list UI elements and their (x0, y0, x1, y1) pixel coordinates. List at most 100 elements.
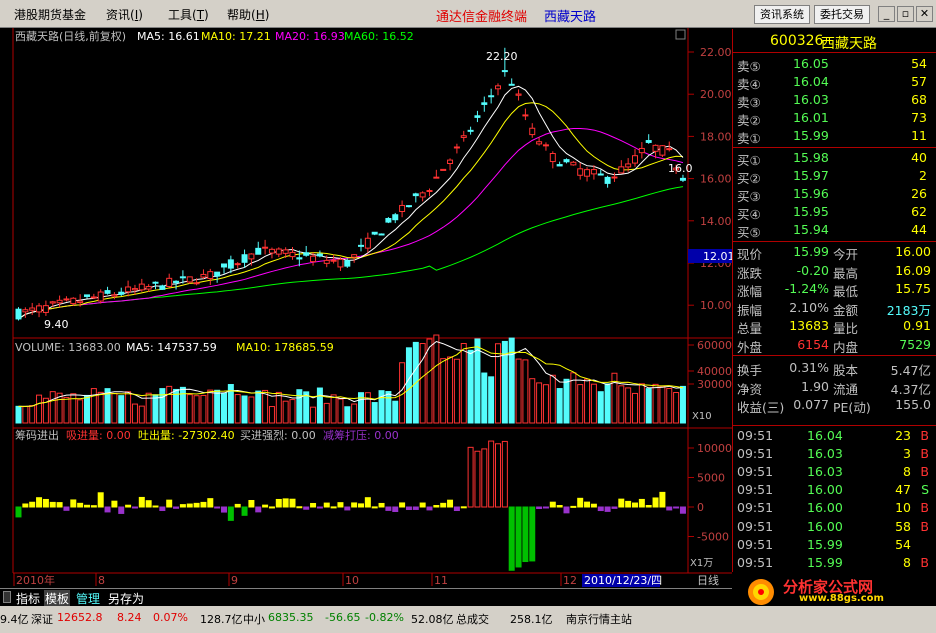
stat2-row: 换手 0.31% 股本 5.47亿 (733, 359, 936, 378)
stat2-label-2: PE(动) (833, 400, 871, 415)
menu-hk-futures-funds[interactable]: 港股期货基金 (14, 6, 86, 23)
tab-indicator[interactable]: 指标 (16, 590, 40, 607)
volume-bar (262, 389, 269, 424)
tick-direction: B (920, 464, 929, 480)
candle-body (179, 276, 186, 279)
candle-body (173, 280, 180, 284)
stat2-label-2: 流通 (833, 381, 859, 397)
restore-icon[interactable]: ▫ (897, 6, 914, 22)
volume-bar (515, 358, 522, 424)
tick-price: 16.00 (807, 500, 843, 516)
chip-bar (666, 506, 673, 511)
tick-price: 16.03 (807, 464, 843, 480)
chip-bar (460, 506, 467, 509)
candle-body (90, 296, 97, 299)
candle-body (70, 297, 77, 305)
minimize-icon[interactable]: _ (878, 6, 895, 22)
zx-value: 6835.35 (268, 611, 314, 624)
volume-bar (118, 395, 125, 424)
candle-body (453, 146, 460, 149)
candle-body (597, 173, 604, 176)
chip-bar (303, 506, 310, 510)
volume-bar (364, 392, 371, 424)
candle-body (125, 286, 132, 293)
candle-body (200, 273, 207, 278)
stat2-label-1: 净资 (737, 381, 763, 397)
candle-body (679, 177, 686, 181)
stat-label-1: 振幅 (737, 302, 763, 318)
stat-label-2: 内盘 (833, 339, 859, 355)
quote-header: 600326 西藏天路 (733, 29, 936, 53)
stat-value-2: 7529 (899, 336, 931, 352)
volume-bar (248, 396, 255, 424)
menu-tools[interactable]: 工具(T) (168, 6, 209, 23)
tick-volume: 8 (903, 554, 911, 570)
candle-body (166, 277, 173, 288)
chip-bar (49, 501, 56, 508)
tick-price: 15.99 (807, 554, 843, 570)
candle-body (392, 214, 399, 221)
candle-body (638, 147, 645, 154)
sz-value: 12652.8 (57, 611, 103, 624)
chip-bar (255, 506, 262, 513)
tab-manage[interactable]: 管理 (76, 590, 100, 607)
chip-bar (77, 502, 84, 508)
tick-divider (733, 425, 936, 426)
tick-price: 16.03 (807, 446, 843, 462)
chip-bar (474, 450, 481, 508)
vol-tick-label: 30000 (697, 378, 732, 391)
tick-price: 15.99 (807, 536, 843, 552)
volume-title: VOLUME: 13683.00 (15, 341, 121, 354)
info-system-button[interactable]: 资讯系统 (754, 5, 810, 24)
tick-direction: B (920, 518, 929, 534)
chip-bar (118, 506, 125, 514)
volume-bar (268, 406, 275, 424)
stat-value-2: 16.09 (895, 262, 931, 278)
close-icon[interactable]: ✕ (916, 6, 933, 22)
tick-row: 09:51 15.99 8 B (733, 554, 936, 572)
sell-volume: 57 (911, 74, 927, 89)
chip-bar (70, 499, 77, 508)
kline-chart-area[interactable]: 西藏天路(日线,前复权) MA5: 16.61 MA10: 17.21 MA20… (0, 28, 732, 588)
tab-template[interactable]: 模板 (44, 590, 71, 607)
candle-body (303, 252, 310, 256)
volume-bar (659, 385, 666, 424)
chip-bar (337, 502, 344, 508)
chip-bar (296, 506, 303, 509)
volume-bar (275, 391, 282, 424)
tab-scroll-icon[interactable] (3, 591, 11, 603)
server-site[interactable]: 南京行情主站 (566, 611, 632, 627)
menu-info[interactable]: 资讯(I) (106, 6, 143, 23)
time-label: 11 (434, 574, 448, 587)
candle-body (412, 193, 419, 197)
chip-bar (392, 506, 399, 512)
tab-save-as[interactable]: 另存为 (108, 590, 144, 607)
volume-bar (84, 394, 90, 424)
volume-bar (289, 399, 296, 424)
sell-volume: 73 (911, 110, 927, 125)
volume-bar (214, 389, 221, 424)
chip-bar (412, 506, 419, 510)
trade-button[interactable]: 委托交易 (814, 5, 870, 24)
stat-label-2: 今开 (833, 247, 859, 262)
volume-bar (584, 378, 591, 424)
chip-bar (501, 440, 508, 508)
period-label[interactable]: 日线 (697, 573, 719, 587)
stat2-value-1: 0.077 (793, 397, 829, 412)
price-tick-label: 16.00 (700, 173, 732, 186)
menu-help[interactable]: 帮助(H) (227, 6, 269, 23)
candle-body (556, 164, 563, 167)
cursor-date: 2010/12/23/四 (584, 574, 662, 587)
watermark: 分析家公式网 www.88gs.com (741, 577, 931, 607)
chip-bar (275, 498, 282, 508)
stats2-divider (733, 355, 936, 356)
candle-body (495, 85, 501, 90)
watermark-url: www.88gs.com (799, 593, 884, 604)
chip-bar (378, 502, 385, 508)
chip-bar (152, 505, 159, 508)
buy-row: 买⑤ 15.94 44 (733, 221, 936, 240)
volume-bar (159, 388, 166, 424)
volume-unit: X10 (692, 411, 712, 422)
tick-volume: 47 (895, 482, 911, 498)
tick-row: 09:51 16.03 3 B (733, 445, 936, 463)
